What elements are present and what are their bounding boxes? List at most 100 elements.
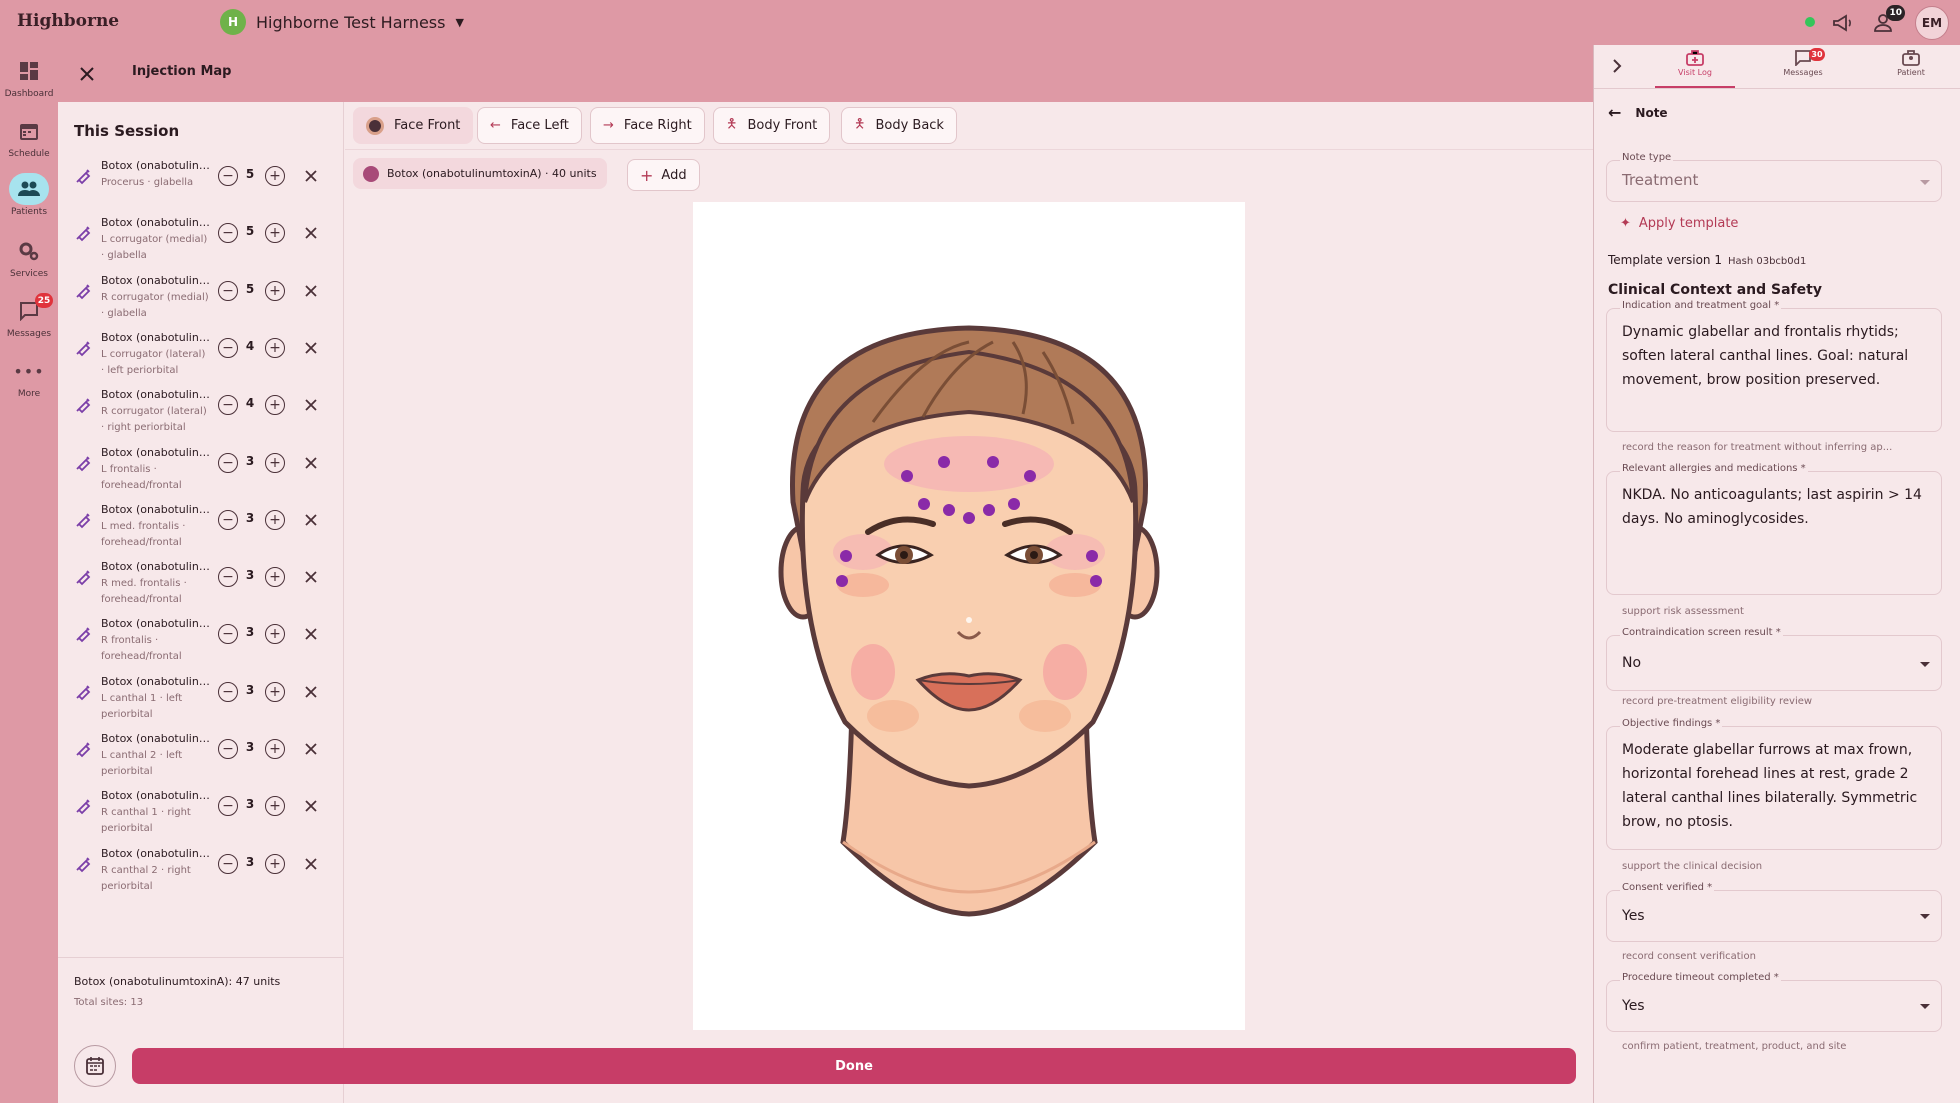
- injection-point[interactable]: [963, 512, 975, 524]
- contraindication-select[interactable]: [1606, 635, 1942, 691]
- session-item[interactable]: Botox (onabotulinumtoxinA) R frontalis · …: [58, 612, 344, 669]
- calendar-icon: [9, 115, 49, 147]
- face-canvas[interactable]: [693, 202, 1245, 1030]
- injection-dots[interactable]: [693, 202, 1245, 1030]
- plus-icon[interactable]: +: [265, 509, 285, 530]
- nav-dashboard[interactable]: Dashboard: [0, 55, 58, 99]
- nav-patients[interactable]: Patients: [0, 173, 58, 217]
- minus-icon[interactable]: −: [218, 509, 238, 530]
- session-item[interactable]: Botox (onabotulinumtoxinA) R canthal 2 · …: [58, 842, 344, 899]
- plus-icon[interactable]: +: [265, 280, 285, 301]
- close-icon[interactable]: [301, 510, 321, 530]
- session-item[interactable]: Botox (onabotulinumtoxinA) L frontalis · …: [58, 441, 344, 498]
- injection-point[interactable]: [918, 498, 930, 510]
- workspace-switcher[interactable]: H Highborne Test Harness ▼: [220, 9, 464, 35]
- tab-messages[interactable]: 30 Messages: [1763, 48, 1843, 88]
- close-icon[interactable]: [301, 338, 321, 358]
- tab-face-left[interactable]: ← Face Left: [477, 107, 582, 144]
- close-icon[interactable]: [301, 281, 321, 301]
- injection-point[interactable]: [983, 504, 995, 516]
- plus-icon[interactable]: +: [265, 681, 285, 702]
- minus-icon[interactable]: −: [218, 223, 238, 244]
- minus-icon[interactable]: −: [218, 395, 238, 416]
- team-icon[interactable]: 10: [1873, 5, 1905, 36]
- injection-point[interactable]: [1024, 470, 1036, 482]
- tab-body-back[interactable]: 🯅 Body Back: [841, 107, 957, 144]
- session-item[interactable]: Botox (onabotulinumtoxinA) R corrugator (…: [58, 269, 344, 326]
- section-heading: Clinical Context and Safety: [1608, 282, 1822, 298]
- minus-icon[interactable]: −: [218, 681, 238, 702]
- user-avatar[interactable]: EM: [1915, 6, 1949, 40]
- plus-icon[interactable]: +: [265, 853, 285, 874]
- consent-select[interactable]: [1606, 890, 1942, 942]
- close-icon[interactable]: [301, 739, 321, 759]
- nav-messages[interactable]: 25 Messages: [0, 293, 58, 339]
- session-item[interactable]: Botox (onabotulinumtoxinA) L canthal 1 · …: [58, 670, 344, 727]
- brand-logo[interactable]: Highborne: [17, 11, 119, 31]
- product-chip[interactable]: Botox (onabotulinumtoxinA) · 40 units: [353, 158, 607, 189]
- session-item[interactable]: Botox (onabotulinumtoxinA) R corrugator (…: [58, 383, 344, 440]
- nav-services[interactable]: Services: [0, 235, 58, 279]
- tab-patient[interactable]: Patient: [1871, 50, 1951, 88]
- plus-icon[interactable]: +: [265, 796, 285, 817]
- injection-point[interactable]: [943, 504, 955, 516]
- session-item[interactable]: Botox (onabotulinumtoxinA) L med. frontal…: [58, 498, 344, 555]
- close-icon[interactable]: [301, 166, 321, 186]
- session-item[interactable]: Botox (onabotulinumtoxinA) R med. frontal…: [58, 555, 344, 612]
- minus-icon[interactable]: −: [218, 567, 238, 588]
- session-item[interactable]: Botox (onabotulinumtoxinA) L corrugator (…: [58, 211, 344, 268]
- plus-icon[interactable]: +: [265, 624, 285, 645]
- session-item[interactable]: Botox (onabotulinumtoxinA) Procerus · gla…: [58, 154, 344, 211]
- close-icon[interactable]: [301, 223, 321, 243]
- injection-point[interactable]: [836, 575, 848, 587]
- session-item[interactable]: Botox (onabotulinumtoxinA) R canthal 1 · …: [58, 784, 344, 841]
- injection-point[interactable]: [1086, 550, 1098, 562]
- session-item[interactable]: Botox (onabotulinumtoxinA) L canthal 2 · …: [58, 727, 344, 784]
- session-item[interactable]: Botox (onabotulinumtoxinA) L corrugator (…: [58, 326, 344, 383]
- timeout-select[interactable]: [1606, 980, 1942, 1032]
- minus-icon[interactable]: −: [218, 452, 238, 473]
- injection-point[interactable]: [987, 456, 999, 468]
- minus-icon[interactable]: −: [218, 796, 238, 817]
- plus-icon[interactable]: +: [265, 452, 285, 473]
- arrow-left-icon[interactable]: ←: [1608, 103, 1621, 122]
- injection-point[interactable]: [1008, 498, 1020, 510]
- tab-face-right[interactable]: → Face Right: [590, 107, 705, 144]
- announcement-icon[interactable]: [1830, 10, 1856, 36]
- plus-icon[interactable]: +: [265, 395, 285, 416]
- close-icon[interactable]: [301, 854, 321, 874]
- close-icon[interactable]: [301, 624, 321, 644]
- plus-icon[interactable]: +: [265, 223, 285, 244]
- tab-body-front[interactable]: 🯅 Body Front: [713, 107, 831, 144]
- plus-icon[interactable]: +: [265, 739, 285, 759]
- add-product-button[interactable]: + Add: [627, 159, 700, 191]
- minus-icon[interactable]: −: [218, 739, 238, 759]
- apply-template-button[interactable]: ✦ Apply template: [1620, 216, 1738, 231]
- minus-icon[interactable]: −: [218, 337, 238, 358]
- close-icon[interactable]: [301, 682, 321, 702]
- injection-point[interactable]: [1090, 575, 1102, 587]
- minus-icon[interactable]: −: [218, 166, 238, 186]
- injection-point[interactable]: [938, 456, 950, 468]
- nav-more[interactable]: ••• More: [0, 355, 58, 400]
- chevron-right-icon[interactable]: [1608, 57, 1626, 75]
- plus-icon[interactable]: +: [265, 166, 285, 186]
- minus-icon[interactable]: −: [218, 624, 238, 645]
- tab-face-front[interactable]: Face Front: [353, 107, 474, 144]
- close-icon[interactable]: [301, 395, 321, 415]
- close-icon[interactable]: [75, 62, 99, 86]
- tab-visit-log[interactable]: Visit Log: [1655, 50, 1735, 88]
- plus-icon[interactable]: +: [265, 337, 285, 358]
- injection-point[interactable]: [901, 470, 913, 482]
- close-icon[interactable]: [301, 453, 321, 473]
- injection-point[interactable]: [840, 550, 852, 562]
- plus-icon[interactable]: +: [265, 567, 285, 588]
- minus-icon[interactable]: −: [218, 853, 238, 874]
- close-icon[interactable]: [301, 567, 321, 587]
- nav-schedule[interactable]: Schedule: [0, 115, 58, 159]
- calendar-icon[interactable]: [74, 1045, 116, 1087]
- minus-icon[interactable]: −: [218, 280, 238, 301]
- done-button[interactable]: Done: [132, 1048, 1576, 1084]
- field-help: record pre-treatment eligibility review: [1622, 696, 1813, 707]
- close-icon[interactable]: [301, 796, 321, 816]
